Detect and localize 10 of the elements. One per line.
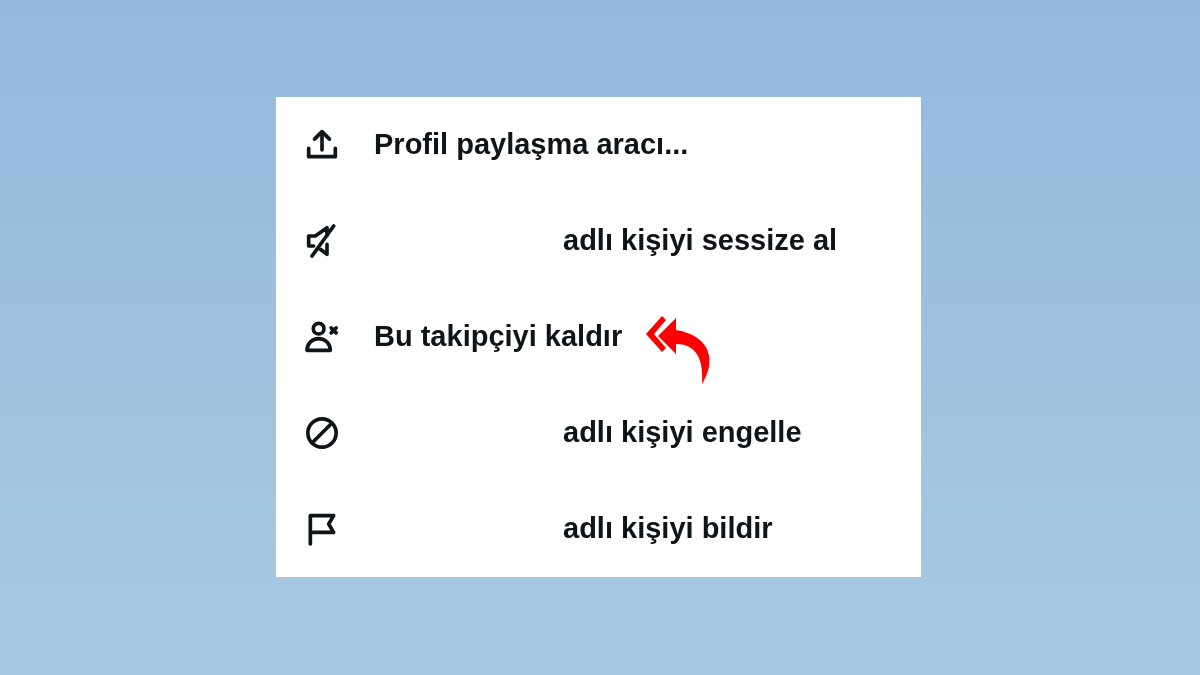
menu-item-label: adlı kişiyi sessize al (563, 223, 838, 259)
menu-item[interactable]: adlı kişiyi engelle (276, 385, 921, 481)
menu-item[interactable]: Bu takipçiyi kaldır (276, 289, 921, 385)
menu-item[interactable]: Profil paylaşma aracı... (276, 97, 921, 193)
menu-item[interactable]: adlı kişiyi bildir (276, 481, 921, 577)
menu-item-label: adlı kişiyi engelle (563, 415, 802, 451)
menu-item[interactable]: adlı kişiyi sessize al (276, 193, 921, 289)
menu-item-label: adlı kişiyi bildir (563, 511, 773, 547)
menu-item-label: Bu takipçiyi kaldır (374, 319, 623, 355)
menu-item-label: Profil paylaşma aracı... (374, 127, 689, 163)
